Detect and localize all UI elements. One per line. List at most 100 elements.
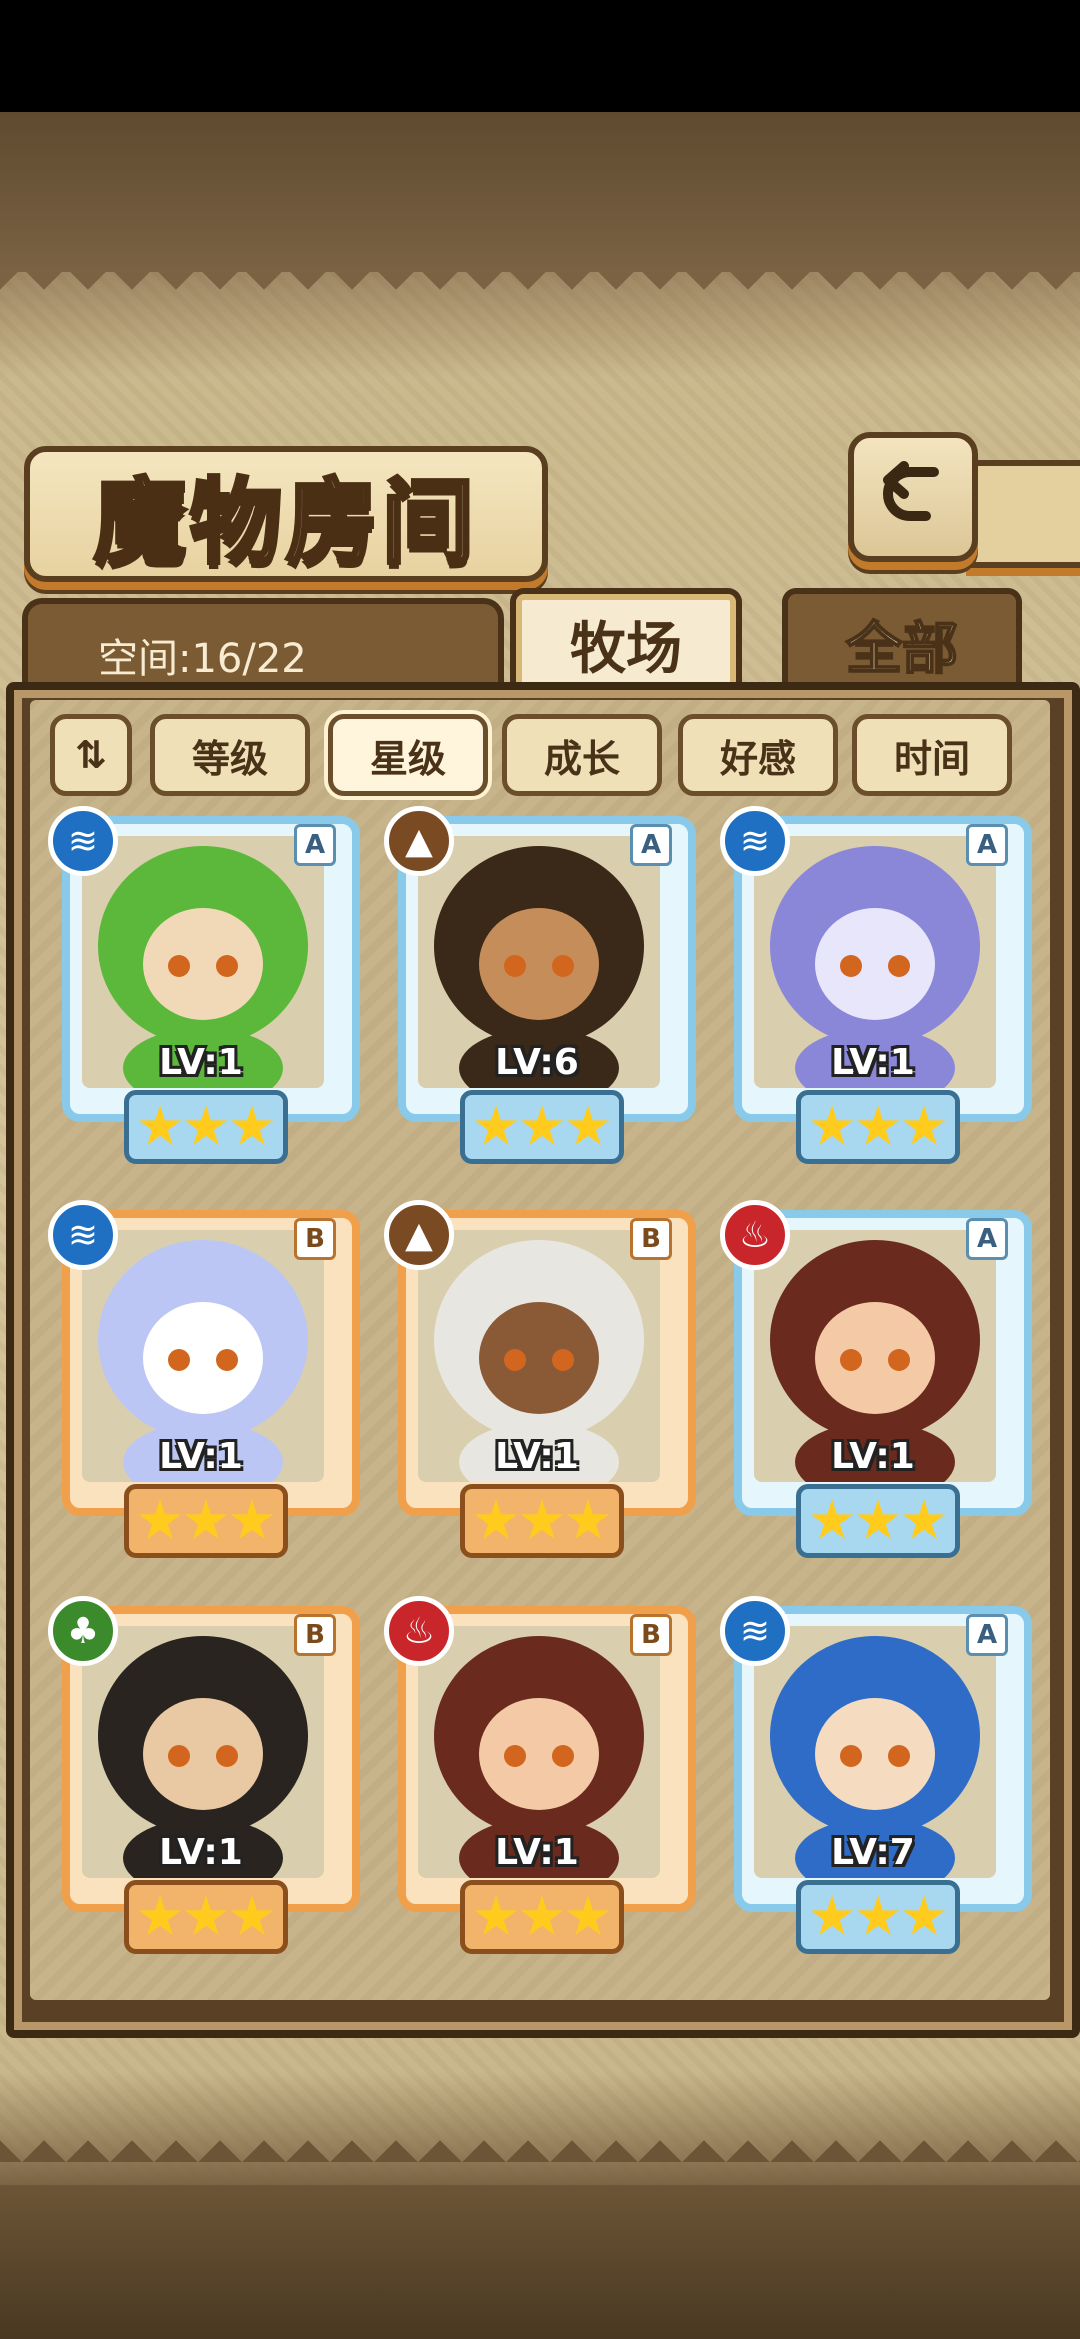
status-bar	[0, 0, 1080, 112]
filter-affection-label: 好感	[719, 736, 796, 781]
star-icon	[138, 1105, 182, 1146]
wood-element-icon: ♣	[48, 1596, 118, 1666]
filter-level-button[interactable]: 等级	[150, 714, 310, 796]
eye-shape	[504, 955, 526, 977]
rank-badge: A	[966, 1614, 1008, 1656]
star-icon	[810, 1105, 854, 1146]
sort-order-toggle[interactable]: ⇅	[50, 714, 132, 796]
rank-badge: B	[630, 1218, 672, 1260]
back-button[interactable]	[848, 432, 978, 562]
star-icon	[566, 1105, 610, 1146]
monster-card[interactable]: ≋ B LV:1	[48, 1200, 360, 1558]
star-icon	[566, 1895, 610, 1936]
level-label: LV:1	[495, 1436, 579, 1477]
star-icon	[810, 1499, 854, 1540]
star-icon	[520, 1499, 564, 1540]
rank-badge: B	[630, 1614, 672, 1656]
earth-element-icon: ▲	[384, 1200, 454, 1270]
rank-badge: A	[966, 824, 1008, 866]
monster-card[interactable]: ≋ A LV:1	[720, 806, 1032, 1164]
face-shape	[479, 1698, 599, 1810]
filter-affection-button[interactable]: 好感	[678, 714, 838, 796]
eye-shape	[888, 955, 910, 977]
torn-edge-top	[0, 268, 1080, 312]
filter-star-button[interactable]: 星级	[328, 714, 488, 796]
star-icon	[902, 1105, 946, 1146]
star-icon	[230, 1105, 274, 1146]
monster-card[interactable]: ▲ A LV:6	[384, 806, 696, 1164]
fire-element-icon: ♨	[384, 1596, 454, 1666]
water-element-icon: ≋	[720, 806, 790, 876]
star-icon	[856, 1499, 900, 1540]
star-rating	[460, 1090, 624, 1164]
filter-level-label: 等级	[191, 736, 268, 781]
monster-card[interactable]: ▲ B LV:1	[384, 1200, 696, 1558]
monster-card[interactable]: ♣ B LV:1	[48, 1596, 360, 1954]
torn-edge-bottom	[0, 2140, 1080, 2186]
eye-shape	[216, 1349, 238, 1371]
star-icon	[902, 1895, 946, 1936]
rank-badge: B	[294, 1218, 336, 1260]
star-icon	[184, 1499, 228, 1540]
star-icon	[230, 1499, 274, 1540]
tab-ranch-label: 牧场	[570, 615, 682, 682]
map-band-top	[0, 112, 1080, 272]
eye-shape	[168, 1745, 190, 1767]
star-icon	[520, 1105, 564, 1146]
face-shape	[815, 1302, 935, 1414]
monster-card[interactable]: ≋ A LV:7	[720, 1596, 1032, 1954]
filter-time-label: 时间	[893, 736, 970, 781]
star-rating	[124, 1880, 288, 1954]
face-shape	[143, 1302, 263, 1414]
filter-growth-button[interactable]: 成长	[502, 714, 662, 796]
level-label: LV:6	[495, 1042, 579, 1083]
eye-shape	[888, 1745, 910, 1767]
earth-element-icon: ▲	[384, 806, 454, 876]
eye-shape	[840, 1349, 862, 1371]
level-label: LV:1	[495, 1832, 579, 1873]
monster-card[interactable]: ♨ B LV:1	[384, 1596, 696, 1954]
level-label: LV:1	[159, 1042, 243, 1083]
eye-shape	[504, 1745, 526, 1767]
water-element-icon: ≋	[48, 806, 118, 876]
star-icon	[474, 1105, 518, 1146]
star-icon	[902, 1499, 946, 1540]
star-rating	[796, 1880, 960, 1954]
rank-badge: A	[294, 824, 336, 866]
filter-time-button[interactable]: 时间	[852, 714, 1012, 796]
level-label: LV:1	[831, 1436, 915, 1477]
star-icon	[230, 1895, 274, 1936]
eye-shape	[168, 1349, 190, 1371]
eye-shape	[216, 955, 238, 977]
monster-card[interactable]: ♨ A LV:1	[720, 1200, 1032, 1558]
star-icon	[566, 1499, 610, 1540]
eye-shape	[888, 1349, 910, 1371]
star-icon	[138, 1895, 182, 1936]
face-shape	[815, 1698, 935, 1810]
star-icon	[474, 1499, 518, 1540]
monster-card[interactable]: ≋ A LV:1	[48, 806, 360, 1164]
eye-shape	[216, 1745, 238, 1767]
star-rating	[460, 1880, 624, 1954]
star-rating	[124, 1484, 288, 1558]
star-icon	[184, 1105, 228, 1146]
sort-toggle-icon: ⇅	[75, 733, 107, 777]
water-element-icon: ≋	[720, 1596, 790, 1666]
star-rating	[124, 1090, 288, 1164]
star-icon	[520, 1895, 564, 1936]
face-shape	[479, 1302, 599, 1414]
rank-badge: B	[294, 1614, 336, 1656]
star-rating	[796, 1090, 960, 1164]
storage-capacity-label: 空间:16/22	[98, 636, 307, 682]
level-label: LV:1	[159, 1832, 243, 1873]
tab-all-label: 全部	[845, 615, 959, 683]
filter-star-label: 星级	[369, 736, 446, 781]
tab-ranch[interactable]: 牧场	[510, 588, 742, 694]
fire-element-icon: ♨	[720, 1200, 790, 1270]
star-icon	[856, 1105, 900, 1146]
storage-capacity: 空间:16/22	[22, 598, 504, 694]
eye-shape	[504, 1349, 526, 1371]
tab-all[interactable]: 全部	[782, 588, 1022, 694]
star-rating	[796, 1484, 960, 1558]
face-shape	[143, 908, 263, 1020]
